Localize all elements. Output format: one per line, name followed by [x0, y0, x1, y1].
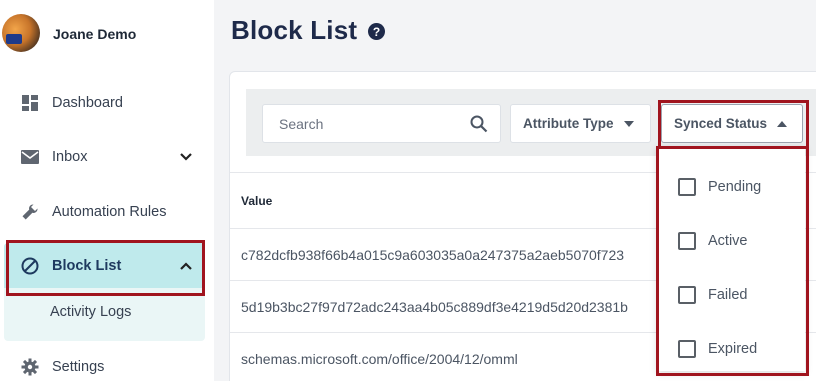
sidebar-item-label: Settings: [52, 359, 105, 375]
table-cell-value: schemas.microsoft.com/office/2004/12/omm…: [241, 351, 518, 367]
sidebar-item-label: Activity Logs: [50, 304, 132, 320]
attribute-type-label: Attribute Type: [523, 116, 614, 131]
search-box: [262, 104, 501, 143]
sidebar-item-inbox[interactable]: Inbox: [0, 135, 214, 179]
help-icon[interactable]: ?: [368, 23, 385, 40]
dashboard-icon: [20, 93, 40, 113]
page-title: Block List: [231, 15, 358, 45]
sidebar-item-dashboard[interactable]: Dashboard: [0, 81, 214, 125]
sidebar-item-label: Automation Rules: [52, 204, 167, 220]
user-name: Joane Demo: [53, 26, 137, 42]
sidebar-item-automation-rules[interactable]: Automation Rules: [0, 190, 214, 234]
sidebar: Joane Demo Dashboard Inbox Automation Ru…: [0, 0, 214, 381]
annotation-highlight-synced-status: [658, 100, 809, 149]
search-input[interactable]: [263, 105, 463, 142]
mail-icon: [20, 147, 40, 167]
annotation-highlight-status-options: [656, 146, 809, 376]
chevron-down-icon[interactable]: [178, 149, 194, 165]
attribute-type-dropdown[interactable]: Attribute Type: [510, 104, 651, 143]
table-cell-value: c782dcfb938f66b4a015c9a603035a0a247375a2…: [241, 247, 625, 263]
search-icon[interactable]: [470, 115, 488, 133]
sidebar-item-label: Dashboard: [52, 95, 123, 111]
user-profile[interactable]: Joane Demo: [0, 12, 214, 54]
caret-down-icon: [623, 120, 634, 127]
annotation-highlight-block-list: [6, 240, 205, 296]
table-cell-value: 5d19b3bc27f97d72adc243aa4b05c889df3e4219…: [241, 299, 628, 315]
sidebar-subitem-activity-logs[interactable]: Activity Logs: [0, 290, 214, 334]
sidebar-item-label: Inbox: [52, 149, 88, 165]
avatar: [2, 14, 40, 52]
sidebar-item-settings[interactable]: Settings: [0, 345, 214, 381]
wrench-icon: [20, 202, 40, 222]
gear-icon: [20, 357, 40, 377]
column-header-value[interactable]: Value: [241, 194, 272, 208]
